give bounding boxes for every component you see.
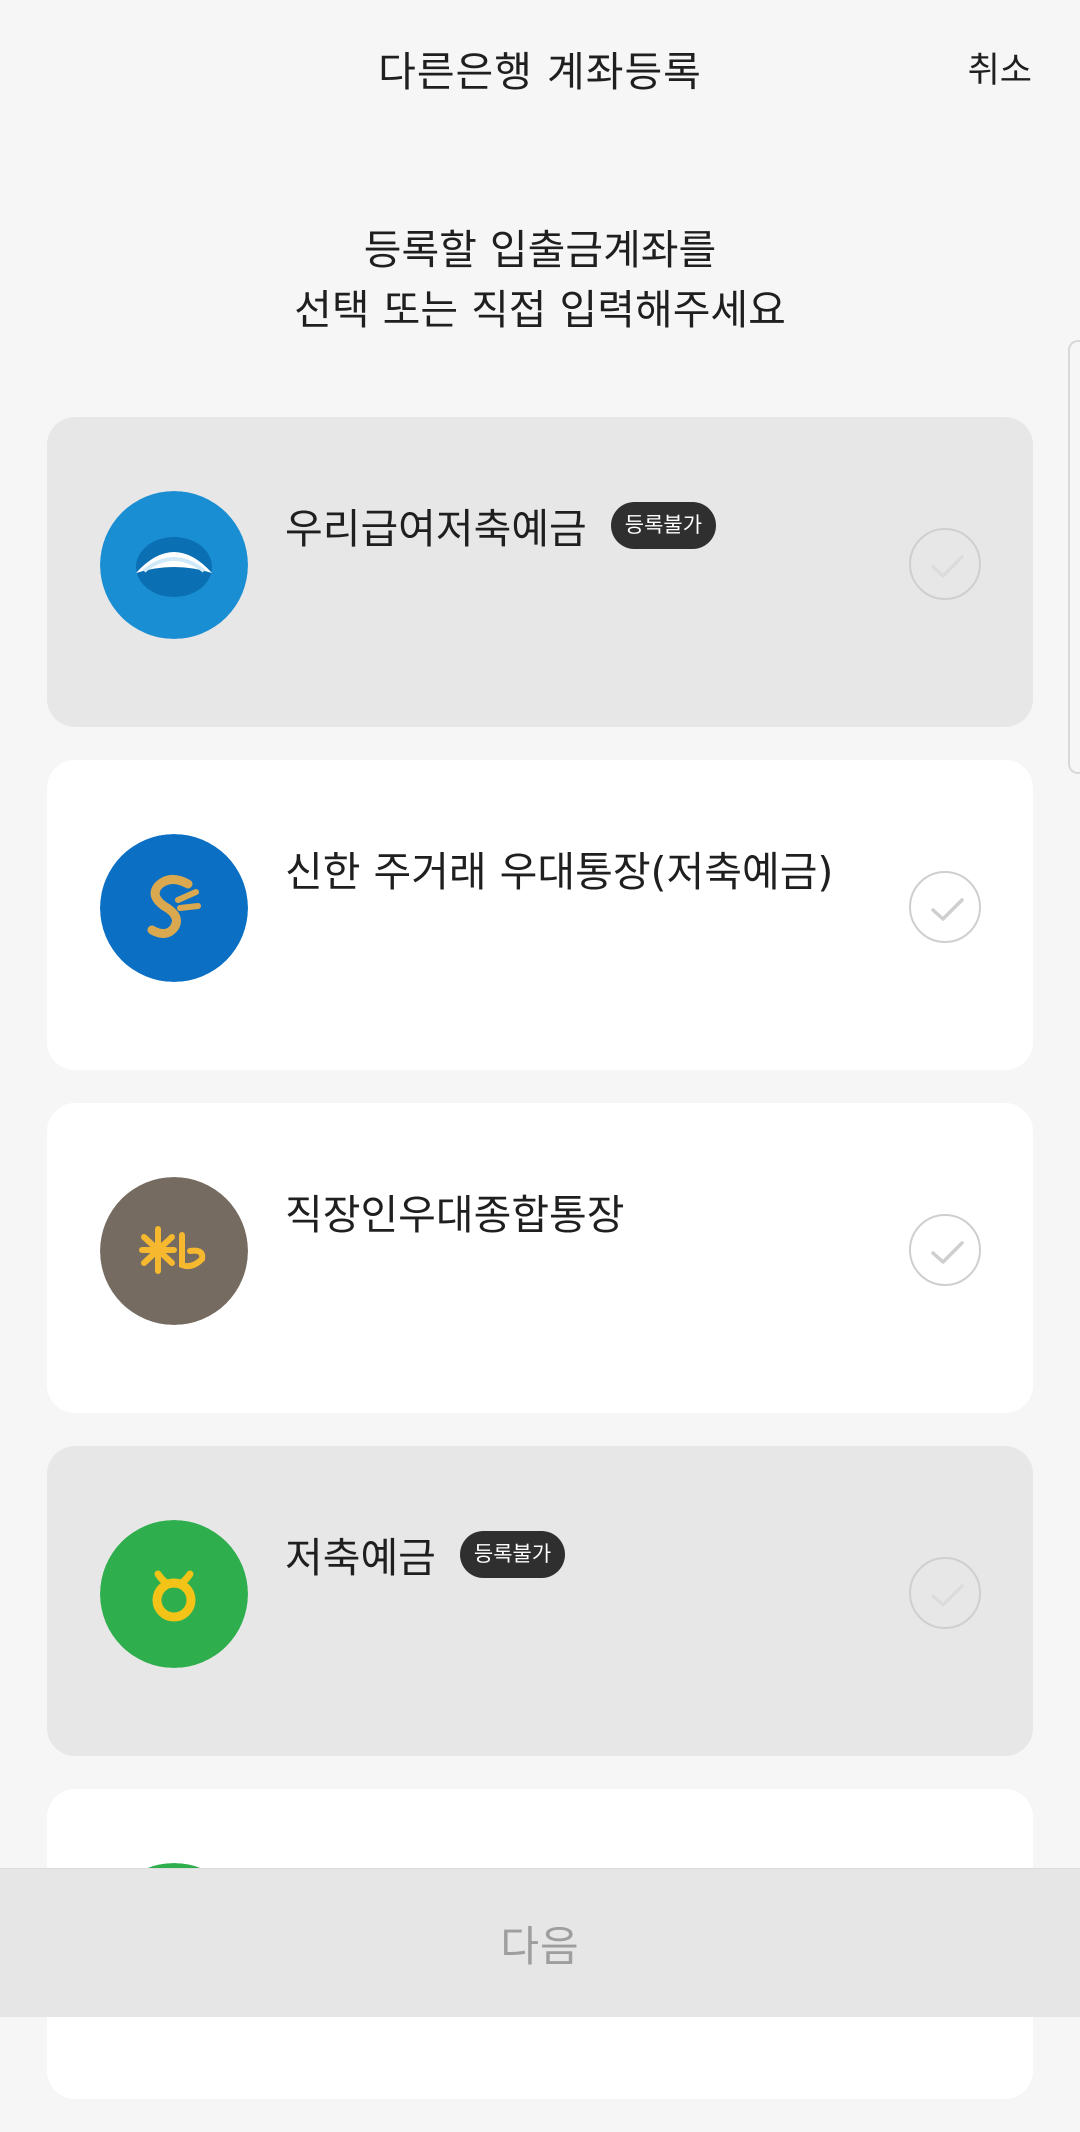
select-check-icon[interactable]: [909, 871, 981, 943]
select-check-icon[interactable]: [909, 528, 981, 600]
account-card-shinhan[interactable]: 신한 주거래 우대통장(저축예금): [47, 760, 1033, 1070]
nh-bank-logo-icon: [100, 1520, 248, 1668]
cancel-button[interactable]: 취소: [968, 42, 1032, 93]
registration-unavailable-badge: 등록불가: [610, 501, 717, 549]
kb-bank-logo-icon: [100, 1177, 248, 1325]
instruction-text: 등록할 입출금계좌를 선택 또는 직접 입력해주세요: [0, 220, 1080, 340]
next-button-label: 다음: [500, 1921, 580, 1971]
shinhan-bank-logo-icon: [100, 834, 248, 982]
woori-bank-logo-icon: [100, 491, 248, 639]
account-name: 신한 주거래 우대통장(저축예금): [285, 848, 834, 896]
account-name: 우리급여저축예금: [285, 505, 587, 553]
next-button[interactable]: 다음: [0, 1868, 1080, 2017]
account-card-woori[interactable]: 우리급여저축예금 등록불가: [47, 417, 1033, 727]
instruction-line-1: 등록할 입출금계좌를: [363, 226, 717, 274]
page-title: 다른은행 계좌등록: [378, 48, 702, 96]
select-check-icon[interactable]: [909, 1557, 981, 1629]
account-name: 저축예금: [285, 1534, 436, 1582]
instruction-line-2: 선택 또는 직접 입력해주세요: [294, 286, 786, 334]
registration-unavailable-badge: 등록불가: [459, 1530, 566, 1578]
select-check-icon[interactable]: [909, 1214, 981, 1286]
account-name: 직장인우대종합통장: [285, 1191, 625, 1239]
header: 다른은행 계좌등록 취소: [0, 0, 1080, 128]
scroll-indicator[interactable]: [1068, 340, 1080, 774]
account-card-nh[interactable]: 저축예금 등록불가: [47, 1446, 1033, 1756]
account-card-kb[interactable]: 직장인우대종합통장: [47, 1103, 1033, 1413]
